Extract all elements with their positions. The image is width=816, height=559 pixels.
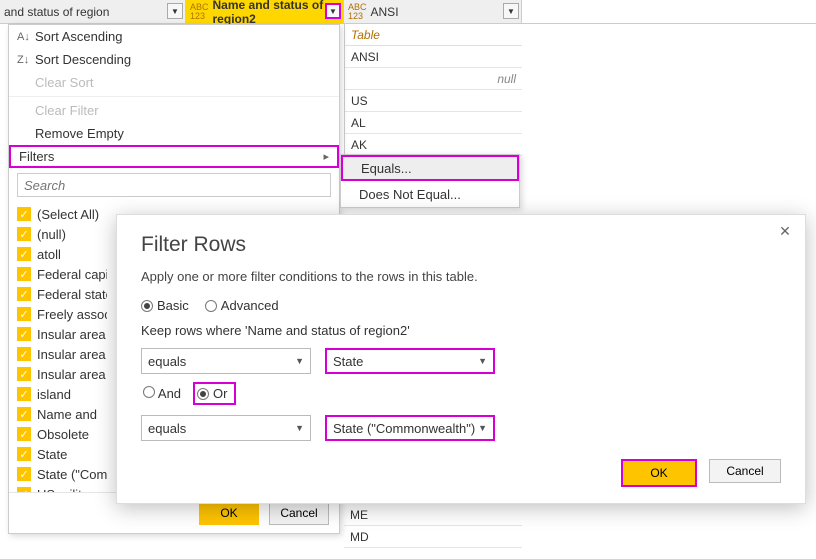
chevron-down-icon: ▼ (295, 356, 304, 366)
check-label: US military (37, 487, 100, 493)
or-radio[interactable]: Or (193, 382, 235, 405)
checkbox-icon: ✓ (17, 387, 31, 401)
check-label: island (37, 387, 71, 402)
checkbox-icon: ✓ (17, 467, 31, 481)
check-label: atoll (37, 247, 61, 262)
check-label: Insular area (37, 327, 106, 342)
ansi-column-bottom: ME MD (344, 504, 522, 548)
ok-button[interactable]: OK (623, 461, 695, 485)
check-label: Insular area (37, 347, 106, 362)
check-label: (null) (37, 227, 66, 242)
column-label: and status of region (4, 5, 109, 19)
advanced-radio[interactable]: Advanced (205, 298, 279, 313)
checkbox-icon: ✓ (17, 407, 31, 421)
value-select-1[interactable]: State▼ (325, 348, 495, 374)
checkbox-icon: ✓ (17, 447, 31, 461)
filter-rows-dialog: ✕ Filter Rows Apply one or more filter c… (116, 214, 806, 504)
sort-ascending[interactable]: A↓Sort Ascending (9, 25, 339, 48)
dialog-title: Filter Rows (141, 233, 781, 257)
chevron-down-icon: ▼ (478, 423, 487, 433)
table-row[interactable]: null (345, 68, 522, 90)
does-not-equal-item[interactable]: Does Not Equal... (341, 181, 519, 207)
table-row[interactable]: ME (344, 504, 522, 526)
check-label: State (37, 447, 67, 462)
ok-button[interactable]: OK (199, 501, 259, 525)
condition-row-2: equals▼ State ("Commonwealth")▼ (141, 415, 781, 441)
column-label: Name and status of region2 (213, 0, 339, 26)
and-or-selector: And Or (143, 382, 781, 405)
search-input[interactable] (17, 173, 331, 197)
table-row[interactable]: ANSI (345, 46, 522, 68)
keep-label: Keep rows where 'Name and status of regi… (141, 323, 781, 338)
and-radio[interactable]: And (143, 386, 181, 401)
dialog-hint: Apply one or more filter conditions to t… (141, 269, 781, 284)
sort-desc-icon: Z↓ (17, 54, 35, 66)
check-label: Freely associated (37, 307, 107, 322)
check-label: Name and (37, 407, 97, 422)
close-icon[interactable]: ✕ (775, 223, 795, 243)
table-row[interactable]: US (345, 90, 522, 112)
cancel-button[interactable]: Cancel (269, 501, 329, 525)
checkbox-icon: ✓ (17, 287, 31, 301)
checkbox-icon: ✓ (17, 207, 31, 221)
remove-empty[interactable]: Remove Empty (9, 122, 339, 145)
search-box (17, 173, 331, 197)
checkbox-icon: ✓ (17, 367, 31, 381)
checkbox-icon: ✓ (17, 267, 31, 281)
check-label: Obsolete (37, 427, 89, 442)
column-header-region1[interactable]: and status of region ▼ (0, 0, 186, 23)
text-filters-submenu: Equals... Does Not Equal... (340, 154, 520, 208)
sort-descending[interactable]: Z↓Sort Descending (9, 48, 339, 71)
chevron-down-icon: ▼ (478, 356, 487, 366)
checkbox-icon: ✓ (17, 307, 31, 321)
type-badge: ABC123 (190, 3, 209, 21)
check-label: Federal state (37, 287, 107, 302)
equals-item[interactable]: Equals... (341, 155, 519, 181)
checkbox-icon: ✓ (17, 427, 31, 441)
checkbox-icon: ✓ (17, 227, 31, 241)
dropdown-icon[interactable]: ▼ (325, 3, 341, 19)
operator-select-2[interactable]: equals▼ (141, 415, 311, 441)
check-label: State ("Commonwealth") (37, 467, 107, 482)
check-label: (Select All) (37, 207, 99, 222)
checkbox-icon: ✓ (17, 487, 31, 492)
column-header-region2[interactable]: ABC123 Name and status of region2 ▼ (186, 0, 344, 23)
checkbox-icon: ✓ (17, 327, 31, 341)
check-label: Insular area (37, 367, 106, 382)
clear-sort: Clear Sort (9, 71, 339, 94)
type-badge: ABC123 (348, 3, 367, 21)
dialog-buttons: OK Cancel (621, 459, 781, 487)
check-label: Federal capital (37, 267, 107, 282)
value-select-2[interactable]: State ("Commonwealth")▼ (325, 415, 495, 441)
condition-row-1: equals▼ State▼ (141, 348, 781, 374)
ansi-column-values: Table ANSI null US AL AK (344, 24, 522, 156)
mode-selector: Basic Advanced (141, 298, 781, 313)
checkbox-icon: ✓ (17, 247, 31, 261)
dropdown-icon[interactable]: ▼ (503, 3, 519, 19)
chevron-down-icon: ▼ (295, 423, 304, 433)
dropdown-icon[interactable]: ▼ (167, 3, 183, 19)
basic-radio[interactable]: Basic (141, 298, 189, 313)
table-row[interactable]: AK (345, 134, 522, 156)
column-headers: and status of region ▼ ABC123 Name and s… (0, 0, 816, 24)
table-row[interactable]: MD (344, 526, 522, 548)
filters-item[interactable]: Filters (9, 145, 339, 168)
operator-select-1[interactable]: equals▼ (141, 348, 311, 374)
column-header-ansi[interactable]: ABC123 ANSI ▼ (344, 0, 522, 23)
table-header: Table (345, 24, 522, 46)
clear-filter: Clear Filter (9, 99, 339, 122)
column-label: ANSI (371, 5, 399, 19)
checkbox-icon: ✓ (17, 347, 31, 361)
cancel-button[interactable]: Cancel (709, 459, 781, 483)
table-row[interactable]: AL (345, 112, 522, 134)
sort-asc-icon: A↓ (17, 31, 35, 43)
